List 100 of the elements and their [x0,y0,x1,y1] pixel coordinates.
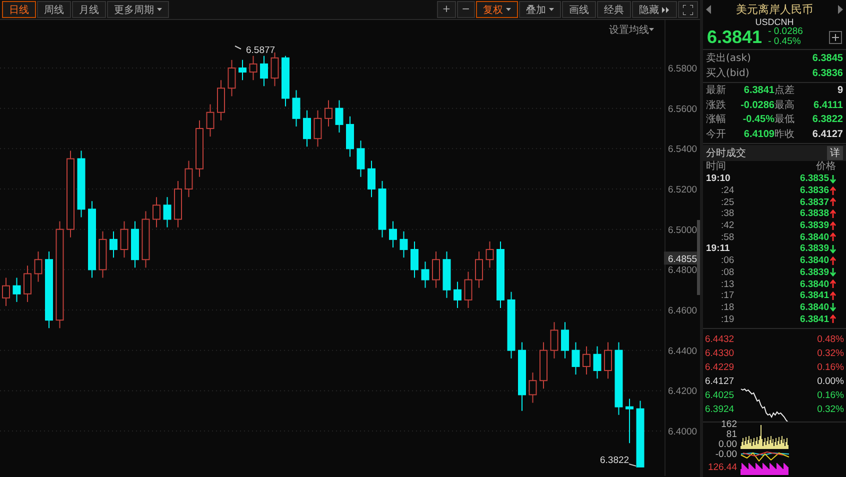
volume-label: 126.44 [708,462,737,473]
axis-label: 6.5200 [668,184,698,196]
leader-line [234,46,242,50]
price-label: 6.4127 [705,376,734,387]
candlestick [184,160,193,198]
stat-label: 昨收 [774,128,796,142]
stat-value: 9 [836,84,843,98]
stat-label: 今开 [706,128,727,142]
candlestick [442,251,451,298]
candlestick [561,322,569,359]
trade-time: :38 [720,208,734,220]
toolbar-button[interactable]: 经典 [597,1,631,18]
fullscreen-icon [683,4,693,14]
axis-label: 6.5400 [668,144,698,156]
section-title: 分时成交 [706,146,746,160]
volume-label: -0.00 [715,448,737,460]
trade-time: :19 [720,314,734,325]
trade-price: 6.3839 [800,220,829,232]
toolbar-button[interactable]: 复权 [476,1,518,18]
axis-label: 6.4200 [668,386,698,398]
candlestick [270,52,279,87]
candlestick [593,346,602,380]
period-tab[interactable]: 日线 [2,1,36,18]
trade-time: :06 [720,255,734,266]
last-price: 6.3841 [707,27,762,47]
trade-time: 19:11 [706,243,730,254]
add-button[interactable] [829,30,842,44]
candlestick [324,100,332,127]
candlestick [626,398,634,444]
candlestick [475,251,483,288]
price-label: 6.3924 [705,404,734,415]
fullscreen-button[interactable] [678,1,698,18]
toolbar-button[interactable]: 画线 [562,1,596,18]
stat-label: 最新 [706,84,727,98]
candlestick [77,150,86,218]
candlestick [292,90,300,127]
candlestick [163,196,172,228]
period-tab[interactable]: 更多周期 [107,1,169,18]
volume-bars [740,424,788,450]
trade-price: 6.3840 [800,232,829,243]
candlestick [410,240,418,278]
candlestick [572,342,580,376]
toolbar-button[interactable]: 隐藏 [632,1,677,18]
toolbar-button[interactable]: 叠加 [519,1,561,18]
trade-time: :24 [720,185,734,196]
stat-value: 6.4111 [812,98,843,112]
trade-time: :58 [720,232,734,243]
detail-button[interactable]: 详 [827,146,843,160]
indicator-bars [740,462,788,475]
candlestick [389,220,397,248]
axis-label: 6.5800 [668,64,698,74]
candlestick [217,80,225,121]
current-price-tag: 6.4855 [664,252,698,266]
axis-label: 6.4600 [668,306,698,317]
scrollbar[interactable] [697,220,700,295]
left-arrow-icon[interactable] [706,5,711,14]
percent-label: 0.00% [817,376,844,387]
candlestick [120,220,128,258]
candlestick [356,140,365,178]
toolbar-button[interactable]: − [456,1,475,18]
price-label: 6.4330 [705,348,734,359]
trade-price: 6.3841 [800,290,829,302]
trade-time: :17 [720,290,734,302]
quote-value: 6.3836 [812,67,843,81]
double-arrow-icon [662,6,670,12]
axis-label: 6.4000 [668,426,698,438]
candlestick [110,230,118,258]
stat-label: 最低 [774,113,796,127]
percent-label: 0.16% [817,390,844,401]
stat-label: 最高 [774,98,796,112]
column-header: 时间 [706,161,726,173]
period-tab[interactable]: 月线 [72,1,106,18]
right-arrow-icon[interactable] [838,5,843,14]
candlestick [24,265,32,302]
trade-price: 6.3838 [800,208,829,220]
candlestick [152,196,160,228]
candlestick [335,100,344,134]
trade-price: 6.3837 [800,196,829,208]
quote-title: 美元离岸人民币 [736,2,813,17]
price-line [740,388,788,422]
candlestick [131,220,139,268]
candlestick [206,104,214,138]
trade-price: 6.3835 [800,173,829,184]
price-change: - 0.0286 [768,27,803,37]
ma-setting-button[interactable]: 设置均线 [606,22,654,36]
symbol-label: USDCNH [755,17,794,27]
period-tab[interactable]: 周线 [37,1,71,18]
percent-label: 0.48% [817,334,844,345]
candlestick [228,59,236,97]
candlestick [432,251,440,288]
candlestick [636,400,644,468]
candlestick [604,342,612,380]
quote-label: 卖出(ask) [706,52,751,66]
candlestick [260,55,268,87]
toolbar-button[interactable]: + [437,1,456,18]
stat-label: 涨跌 [706,98,727,112]
trade-price: 6.3839 [800,266,829,278]
percent-label: 0.32% [817,404,844,415]
quote-label: 买入(bid) [706,66,750,81]
trade-time: :42 [720,220,734,232]
